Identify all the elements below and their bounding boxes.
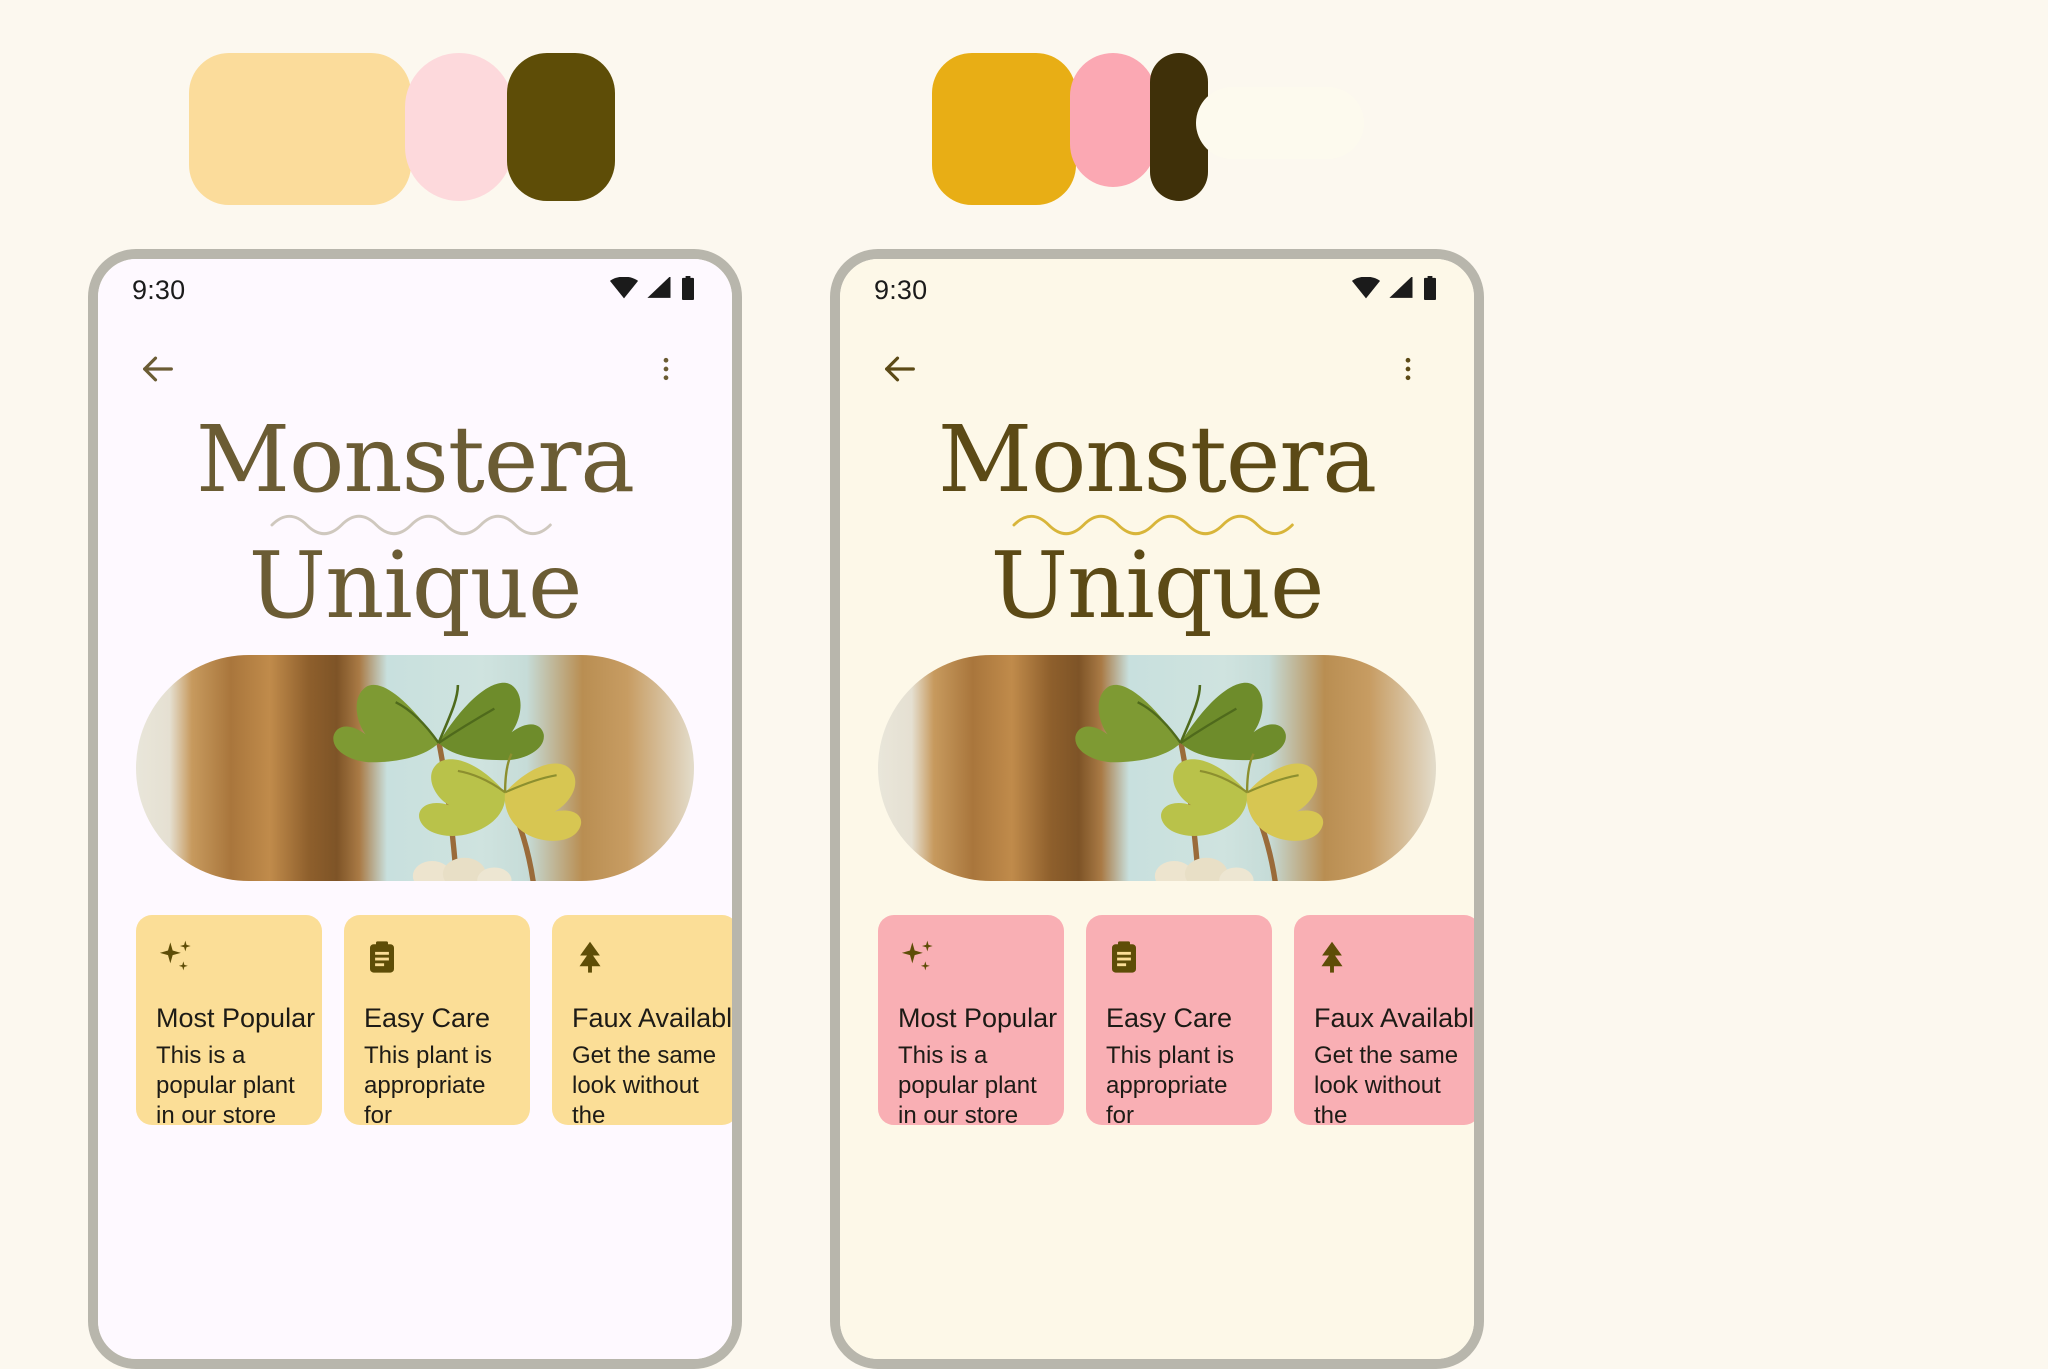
signal-icon — [1388, 275, 1415, 304]
wifi-icon — [609, 276, 639, 304]
page-title-line-1: Monstera — [195, 406, 635, 513]
battery-icon — [680, 275, 696, 305]
feature-card[interactable]: Most Popular This is a popular plant in o… — [136, 914, 322, 1125]
sparkle-icon — [156, 937, 302, 977]
status-bar: 9:30 — [840, 259, 1474, 321]
primary-container-swatch — [932, 53, 1076, 205]
wifi-icon — [1351, 276, 1381, 304]
status-icons — [1351, 275, 1438, 305]
back-button[interactable] — [130, 341, 186, 397]
primary-container-swatch — [189, 53, 411, 205]
overflow-menu-button[interactable] — [638, 341, 694, 397]
plant-leaves-art — [1075, 682, 1324, 881]
feature-card-list: Most Popular This is a popular plant in o… — [136, 914, 732, 1125]
feature-card-body: This is a popular plant in our store — [156, 1041, 295, 1125]
clipboard-icon — [364, 937, 510, 977]
feature-card-body: This is a popular plant in our store — [898, 1041, 1037, 1125]
on-surface-swatch — [507, 53, 615, 201]
feature-card-title: Most Popular — [898, 1002, 1058, 1033]
app-bar — [840, 321, 1474, 417]
surface-swatch — [1196, 87, 1364, 159]
status-bar: 9:30 — [98, 259, 732, 321]
phone-preview-light: 9:30 Monstera Unique Most Popular This is a … — [88, 249, 742, 1369]
feature-card-list: Most Popular This is a popular plant in o… — [878, 914, 1474, 1125]
palette-right — [932, 53, 1364, 205]
feature-card-body: This plant is appropriate for — [1106, 1041, 1235, 1125]
page-title-line-1: Monstera — [937, 406, 1377, 513]
feature-card[interactable]: Easy Care This plant is appropriate for — [344, 914, 530, 1125]
palette-left — [189, 53, 615, 205]
phone-preview-vivid: 9:30 Monstera Unique Most Popular This is a … — [830, 249, 1484, 1369]
tree-icon — [572, 937, 718, 977]
sparkle-icon — [898, 937, 1044, 977]
feature-card[interactable]: Easy Care This plant is appropriate for — [1086, 914, 1272, 1125]
overflow-menu-button[interactable] — [1380, 341, 1436, 397]
tree-icon — [1314, 937, 1460, 977]
feature-card-title: Faux Available — [1314, 1002, 1474, 1033]
page-title: Monstera Unique — [98, 413, 732, 633]
feature-card-title: Easy Care — [1106, 1002, 1233, 1033]
hero-image — [878, 654, 1436, 881]
status-time: 9:30 — [874, 274, 928, 305]
feature-card-title: Faux Available — [572, 1002, 732, 1033]
status-icons — [609, 275, 696, 305]
feature-card[interactable]: Most Popular This is a popular plant in o… — [878, 914, 1064, 1125]
page-title: Monstera Unique — [840, 413, 1474, 633]
plant-leaves-art — [333, 682, 582, 881]
status-time: 9:30 — [132, 274, 186, 305]
feature-card[interactable]: Faux Available Get the same look without … — [1294, 914, 1474, 1125]
feature-card-body: Get the same look without the — [1314, 1041, 1459, 1125]
feature-card-body: This plant is appropriate for — [364, 1041, 493, 1125]
secondary-container-swatch — [1070, 53, 1156, 187]
page-title-line-2: Unique — [990, 531, 1325, 639]
battery-icon — [1422, 275, 1438, 305]
feature-card-body: Get the same look without the — [572, 1041, 717, 1125]
feature-card-title: Easy Care — [364, 1002, 491, 1033]
clipboard-icon — [1106, 937, 1252, 977]
feature-card[interactable]: Faux Available Get the same look without … — [552, 914, 732, 1125]
phone-screen: 9:30 Monstera Unique Most Popular This is a … — [840, 259, 1474, 1359]
secondary-container-swatch — [405, 53, 513, 201]
app-bar — [98, 321, 732, 417]
phone-screen: 9:30 Monstera Unique Most Popular This is a … — [98, 259, 732, 1359]
feature-card-title: Most Popular — [156, 1002, 316, 1033]
back-button[interactable] — [872, 341, 928, 397]
page-title-line-2: Unique — [248, 531, 583, 639]
signal-icon — [646, 275, 673, 304]
hero-image — [136, 654, 694, 881]
